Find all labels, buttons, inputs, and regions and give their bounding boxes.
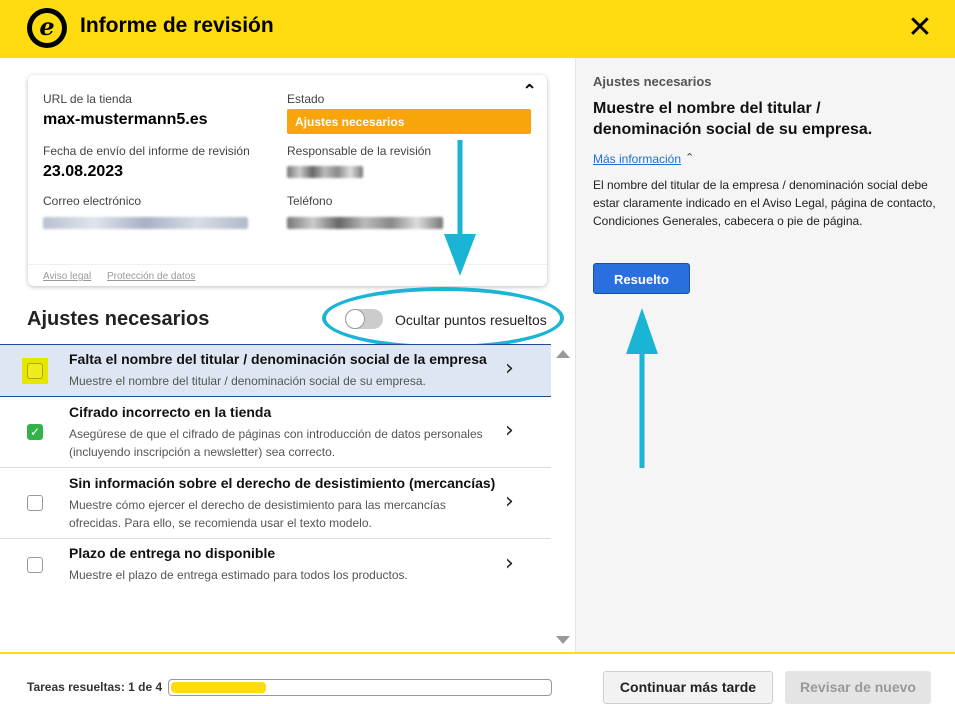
email-value-redacted (43, 217, 248, 229)
checkbox[interactable] (27, 495, 43, 511)
continue-later-button[interactable]: Continuar más tarde (603, 671, 773, 704)
annotation-arrow-down (444, 140, 476, 276)
annotation-oval (322, 287, 564, 349)
chevron-right-icon[interactable]: › (505, 356, 514, 381)
close-icon[interactable]: ✕ (905, 13, 935, 44)
footer-bar: Tareas resueltas: 1 de 4 Continuar más t… (0, 652, 955, 704)
item-title: Cifrado incorrecto en la tienda (69, 404, 272, 420)
scroll-up-icon[interactable] (556, 350, 570, 358)
date-value: 23.08.2023 (43, 163, 124, 180)
chevron-up-icon[interactable]: ⌃ (685, 151, 694, 164)
detail-title: Muestre el nombre del titular / denomina… (593, 100, 873, 138)
list-item-withdrawal[interactable]: Sin información sobre el derecho de desi… (0, 469, 551, 539)
collapse-chevron-icon[interactable]: ⌃ (522, 81, 537, 102)
logo-letter: e (32, 13, 62, 43)
responsible-label: Responsable de la revisión (287, 144, 432, 158)
phone-value-redacted (287, 217, 443, 229)
page-title: Informe de revisión (80, 14, 274, 37)
checkbox-checked[interactable]: ✓ (27, 424, 43, 440)
list-item-encryption[interactable]: ✓ Cifrado incorrecto en la tienda Asegúr… (0, 398, 551, 468)
trusted-shops-logo: e (27, 8, 67, 48)
progress-bar (168, 679, 552, 696)
privacy-link[interactable]: Protección de datos (107, 271, 195, 282)
item-title: Sin información sobre el derecho de desi… (69, 475, 496, 491)
more-info-link[interactable]: Más información (593, 152, 681, 166)
item-title: Falta el nombre del titular / denominaci… (69, 351, 487, 367)
header-bar: e Informe de revisión ✕ (0, 0, 955, 58)
detail-body: El nombre del titular de la empresa / de… (593, 178, 936, 228)
phone-label: Teléfono (287, 194, 333, 208)
responsible-value-redacted (287, 166, 363, 178)
progress-fill (171, 682, 266, 693)
item-desc: Muestre el nombre del titular / denomina… (69, 374, 426, 388)
resolve-button[interactable]: Resuelto (593, 263, 690, 294)
status-label: Estado (287, 92, 325, 106)
url-value: max-mustermann5.es (43, 111, 208, 128)
item-desc: Asegúrese de que el cifrado de páginas c… (69, 427, 483, 459)
chevron-right-icon[interactable]: › (505, 489, 514, 514)
url-label: URL de la tienda (43, 92, 132, 106)
date-label: Fecha de envío del informe de revisión (43, 144, 250, 158)
progress-label: Tareas resueltas: 1 de 4 (27, 680, 163, 694)
legal-link[interactable]: Aviso legal (43, 271, 91, 282)
item-desc: Muestre cómo ejercer el derecho de desis… (69, 498, 446, 530)
chevron-right-icon[interactable]: › (505, 551, 514, 576)
review-again-button[interactable]: Revisar de nuevo (785, 671, 931, 704)
detail-category: Ajustes necesarios (593, 74, 712, 89)
email-label: Correo electrónico (43, 194, 142, 208)
item-desc: Muestre el plazo de entrega estimado par… (69, 568, 408, 582)
checkbox[interactable] (27, 557, 43, 573)
list-item-owner-name[interactable]: Falta el nombre del titular / denominaci… (0, 344, 551, 397)
annotation-arrow-up (626, 308, 658, 468)
scroll-down-icon[interactable] (556, 636, 570, 644)
section-title: Ajustes necesarios (27, 308, 210, 330)
list-item-delivery[interactable]: Plazo de entrega no disponible Muestre e… (0, 539, 551, 591)
chevron-right-icon[interactable]: › (505, 418, 514, 443)
status-badge: Ajustes necesarios (287, 109, 531, 134)
checkbox[interactable] (27, 363, 43, 379)
item-title: Plazo de entrega no disponible (69, 545, 276, 561)
